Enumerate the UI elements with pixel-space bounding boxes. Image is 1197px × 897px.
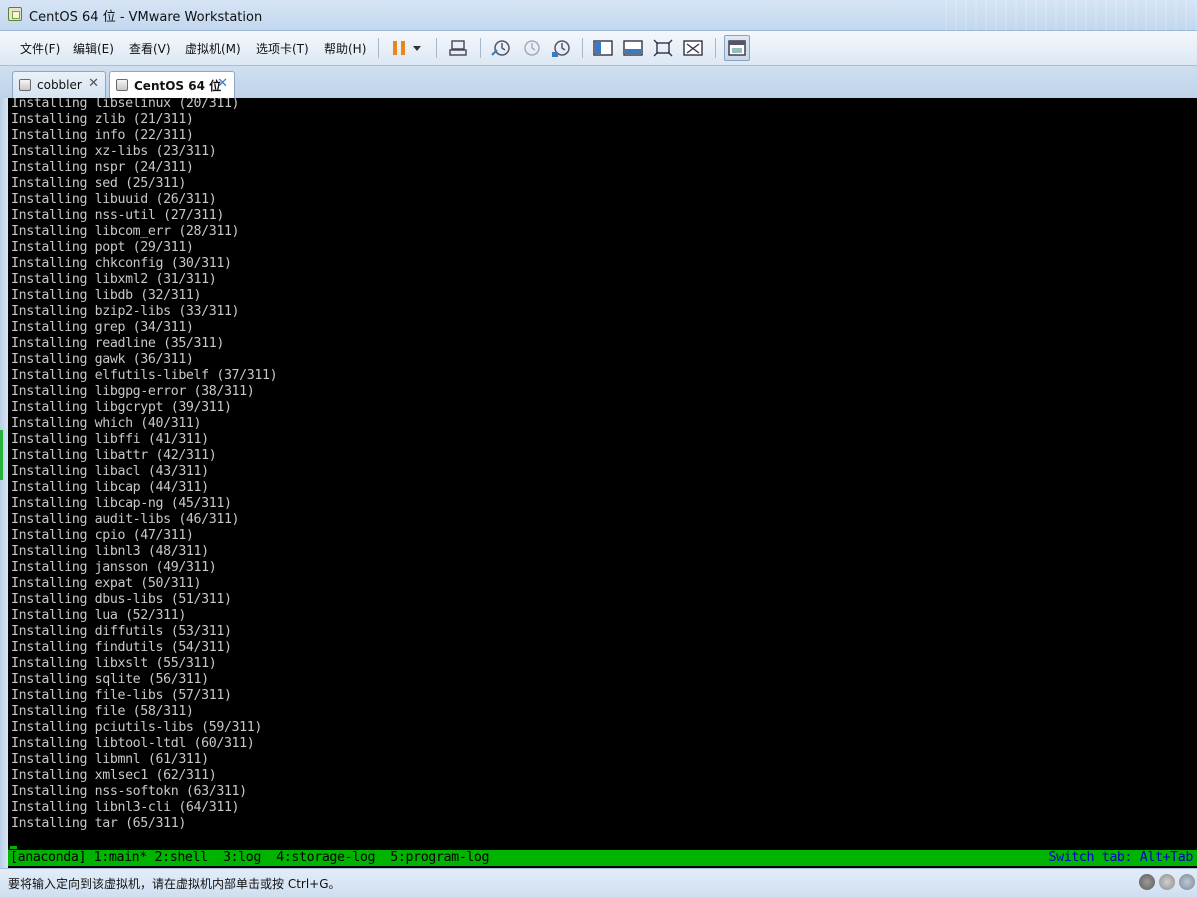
console-line: Installing sqlite (56/311) xyxy=(11,672,209,687)
console-line: Installing sed (25/311) xyxy=(11,176,186,191)
vmware-app-icon xyxy=(8,7,22,21)
console-line: Installing file (58/311) xyxy=(11,704,194,719)
console-line: Installing libgcrypt (39/311) xyxy=(11,400,232,415)
send-ctrl-alt-del-icon[interactable] xyxy=(446,36,470,60)
snapshot-take-icon[interactable] xyxy=(489,36,513,60)
console-line: Installing pciutils-libs (59/311) xyxy=(11,720,262,735)
console-line: Installing libuuid (26/311) xyxy=(11,192,217,207)
toolbar-separator xyxy=(480,38,481,58)
input-hint: 要将输入定向到该虚拟机，请在虚拟机内部单击或按 Ctrl+G。 xyxy=(8,877,341,891)
console-line: Installing info (22/311) xyxy=(11,128,194,143)
console-line: Installing libcap-ng (45/311) xyxy=(11,496,232,511)
tmux-status-line: [anaconda] 1:main* 2:shell 3:log 4:stora… xyxy=(8,850,1197,866)
console-line: Installing cpio (47/311) xyxy=(11,528,194,543)
vm-tab-bar: cobbler ✕ CentOS 64 位 ✕ xyxy=(0,66,1197,98)
console-line: Installing libacl (43/311) xyxy=(11,464,209,479)
menu-help[interactable]: 帮助(H) xyxy=(324,40,366,57)
console-line: Installing bzip2-libs (33/311) xyxy=(11,304,240,319)
tab-centos[interactable]: CentOS 64 位 ✕ xyxy=(109,71,235,98)
console-line: Installing libnl3-cli (64/311) xyxy=(11,800,240,815)
window-titlebar[interactable]: CentOS 64 位 - VMware Workstation xyxy=(0,0,1197,31)
console-line: Installing nss-util (27/311) xyxy=(11,208,224,223)
show-library-icon[interactable] xyxy=(591,36,615,60)
console-line: Installing lua (52/311) xyxy=(11,608,186,623)
console-line: Installing popt (29/311) xyxy=(11,240,194,255)
console-line: Installing expat (50/311) xyxy=(11,576,202,591)
titlebar-controls-area xyxy=(937,0,1197,30)
vm-icon xyxy=(116,79,128,91)
console-line: Installing findutils (54/311) xyxy=(11,640,232,655)
snapshot-revert-icon[interactable] xyxy=(519,36,543,60)
console-line: Installing tar (65/311) xyxy=(11,816,186,831)
menu-file[interactable]: 文件(F) xyxy=(20,40,60,57)
edge-indicator xyxy=(0,430,3,480)
menu-vm[interactable]: 虚拟机(M) xyxy=(185,40,241,57)
console-line: Installing xz-libs (23/311) xyxy=(11,144,217,159)
toolbar-separator xyxy=(436,38,437,58)
console-line: Installing libxml2 (31/311) xyxy=(11,272,217,287)
hard-disk-icon[interactable] xyxy=(1139,874,1155,890)
window-left-edge xyxy=(0,98,8,868)
tab-label: CentOS 64 位 xyxy=(134,78,222,93)
vmware-status-bar: 要将输入定向到该虚拟机，请在虚拟机内部单击或按 Ctrl+G。 xyxy=(0,868,1197,897)
console-output: Installing libselinux (20/311) Installin… xyxy=(11,98,278,832)
close-icon[interactable]: ✕ xyxy=(217,77,228,91)
console-line: Installing nspr (24/311) xyxy=(11,160,194,175)
console-line: Installing gawk (36/311) xyxy=(11,352,194,367)
tab-cobbler[interactable]: cobbler ✕ xyxy=(12,71,106,98)
console-line: Installing libcap (44/311) xyxy=(11,480,209,495)
vm-console[interactable]: Installing libselinux (20/311) Installin… xyxy=(8,98,1197,868)
console-line: Installing diffutils (53/311) xyxy=(11,624,232,639)
snapshot-manager-icon[interactable] xyxy=(549,36,573,60)
console-line: Installing nss-softokn (63/311) xyxy=(11,784,247,799)
console-line: Installing libtool-ltdl (60/311) xyxy=(11,736,255,751)
console-line: Installing which (40/311) xyxy=(11,416,202,431)
unity-icon[interactable] xyxy=(681,36,705,60)
console-line: Installing zlib (21/311) xyxy=(11,112,194,127)
console-line: Installing dbus-libs (51/311) xyxy=(11,592,232,607)
cd-dvd-icon[interactable] xyxy=(1159,874,1175,890)
menu-toolbar: 文件(F) 编辑(E) 查看(V) 虚拟机(M) 选项卡(T) 帮助(H) xyxy=(0,31,1197,66)
console-line: Installing readline (35/311) xyxy=(11,336,224,351)
console-line: Installing libxslt (55/311) xyxy=(11,656,217,671)
tab-label: cobbler xyxy=(37,78,82,92)
toolbar-separator xyxy=(715,38,716,58)
console-line: Installing libmnl (61/311) xyxy=(11,752,209,767)
console-cursor xyxy=(10,846,17,849)
toolbar-separator xyxy=(378,38,379,58)
menu-view[interactable]: 查看(V) xyxy=(129,40,171,57)
console-line: Installing grep (34/311) xyxy=(11,320,194,335)
console-line: Installing file-libs (57/311) xyxy=(11,688,232,703)
network-adapter-icon[interactable] xyxy=(1179,874,1195,890)
console-line: Installing chkconfig (30/311) xyxy=(11,256,232,271)
dropdown-arrow-icon[interactable] xyxy=(409,36,425,60)
window-title: CentOS 64 位 - VMware Workstation xyxy=(29,10,263,25)
console-line: Installing elfutils-libelf (37/311) xyxy=(11,368,278,383)
console-line: Installing libattr (42/311) xyxy=(11,448,217,463)
pause-icon[interactable] xyxy=(387,36,411,60)
quick-switch-icon[interactable] xyxy=(621,36,645,60)
console-view-icon[interactable] xyxy=(724,35,750,61)
console-line: Installing libnl3 (48/311) xyxy=(11,544,209,559)
console-line: Installing libselinux (20/311) xyxy=(11,98,240,111)
tmux-switch-hint: Switch tab: Alt+Tab xyxy=(1048,850,1193,865)
close-icon[interactable]: ✕ xyxy=(88,77,99,91)
toolbar-separator xyxy=(582,38,583,58)
console-line: Installing jansson (49/311) xyxy=(11,560,217,575)
full-screen-icon[interactable] xyxy=(651,36,675,60)
console-line: Installing audit-libs (46/311) xyxy=(11,512,240,527)
console-line: Installing libcom_err (28/311) xyxy=(11,224,240,239)
console-line: Installing libffi (41/311) xyxy=(11,432,209,447)
console-line: Installing libgpg-error (38/311) xyxy=(11,384,255,399)
vm-icon xyxy=(19,79,31,91)
menu-tabs[interactable]: 选项卡(T) xyxy=(256,40,309,57)
tmux-window-list: [anaconda] 1:main* 2:shell 3:log 4:stora… xyxy=(10,850,490,865)
console-line: Installing xmlsec1 (62/311) xyxy=(11,768,217,783)
console-line: Installing libdb (32/311) xyxy=(11,288,202,303)
menu-edit[interactable]: 编辑(E) xyxy=(73,40,114,57)
